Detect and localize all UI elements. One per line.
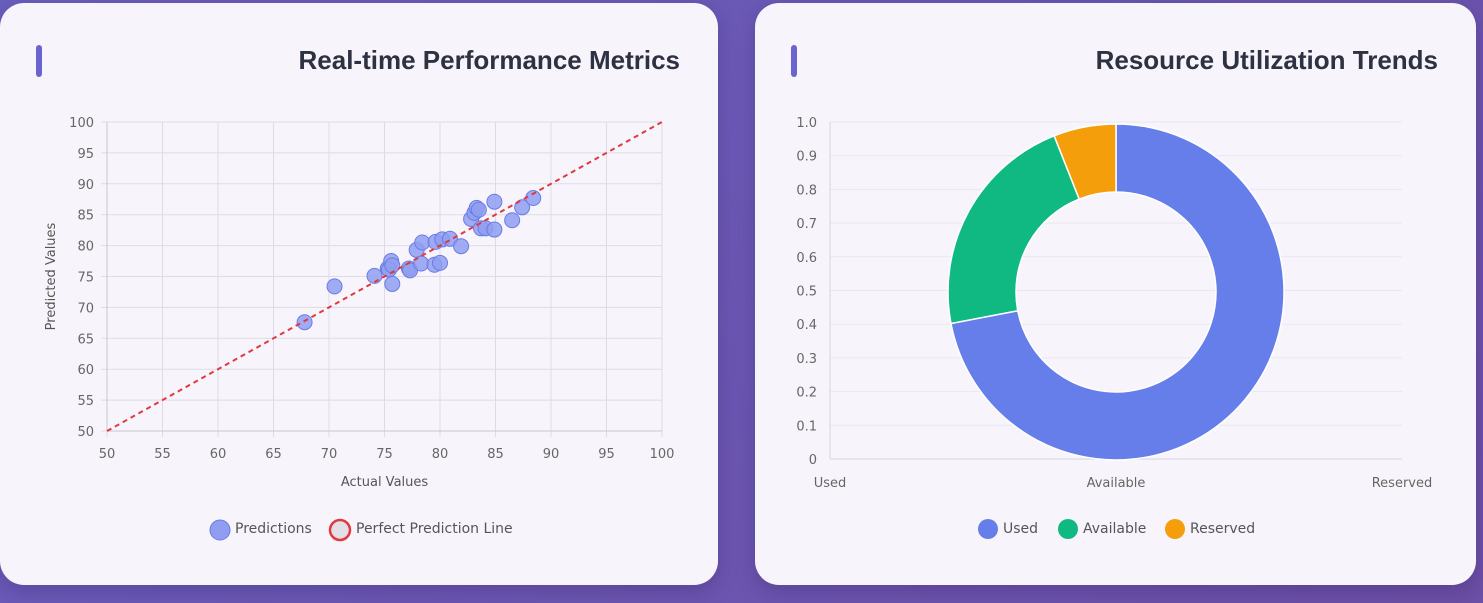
- y-tick-label: 70: [77, 301, 94, 316]
- y-tick-label: 100: [69, 116, 94, 131]
- y-tick-label: 0: [809, 453, 817, 468]
- y-tick-label: 0.4: [796, 318, 817, 333]
- prediction-point: [384, 257, 401, 274]
- legend-available-marker: [1058, 519, 1078, 539]
- prediction-point: [504, 212, 521, 229]
- y-axis-label: Predicted Values: [44, 222, 59, 330]
- prediction-point: [486, 221, 503, 238]
- prediction-point: [326, 278, 343, 295]
- legend-perfect-line-label: Perfect Prediction Line: [356, 521, 513, 537]
- legend-reserved-marker: [1165, 519, 1185, 539]
- y-tick-label: 1.0: [796, 116, 817, 131]
- x-tick-label: 80: [432, 447, 449, 462]
- prediction-point: [432, 254, 448, 271]
- x-tick-label: Available: [1087, 476, 1146, 491]
- y-tick-label: 0.9: [796, 150, 817, 165]
- y-tick-label: 0.8: [796, 183, 817, 198]
- prediction-point: [384, 275, 401, 292]
- legend-predictions-marker: [209, 519, 231, 541]
- x-tick-label: 65: [265, 447, 282, 462]
- legend-perfect-line-marker: [328, 518, 352, 542]
- legend-predictions-label: Predictions: [235, 521, 312, 537]
- y-tick-label: 75: [77, 271, 94, 286]
- y-tick-label: 50: [77, 425, 94, 440]
- x-tick-label: 90: [543, 447, 560, 462]
- prediction-point: [296, 314, 313, 331]
- legend-used-marker: [978, 519, 998, 539]
- resource-card: Resource Utilization Trends 1.0 0.9 0.8 0.7…: [755, 3, 1476, 585]
- prediction-point: [486, 193, 503, 210]
- legend-available-label: Available: [1083, 521, 1146, 537]
- prediction-point: [453, 238, 470, 255]
- y-tick-label: 90: [77, 178, 94, 193]
- x-tick-label: 95: [598, 447, 615, 462]
- x-tick-label: 85: [487, 447, 504, 462]
- performance-card: Real-time Performance Metrics 50 55 60 65 70…: [0, 3, 718, 585]
- x-tick-label: 50: [99, 447, 116, 462]
- y-tick-label: 0.5: [796, 285, 817, 300]
- y-tick-label: 60: [77, 363, 94, 378]
- x-tick-label: Reserved: [1372, 476, 1433, 491]
- donut-chart: 1.0 0.9 0.8 0.7 0.6 0.5 0.4 0.3 0.2 0.1 0 Used Avail…: [796, 116, 1433, 539]
- x-tick-label: 55: [154, 447, 171, 462]
- x-tick-label: 70: [321, 447, 338, 462]
- x-tick-label: 60: [210, 447, 227, 462]
- y-tick-label: 0.1: [796, 419, 817, 434]
- legend-used-label: Used: [1003, 521, 1038, 537]
- x-axis-label: Actual Values: [341, 475, 429, 490]
- y-tick-label: 85: [77, 209, 94, 224]
- y-tick-label: 0.6: [796, 251, 817, 266]
- legend-reserved-label: Reserved: [1190, 521, 1255, 537]
- y-tick-label: 0.7: [796, 217, 817, 232]
- prediction-point: [470, 201, 487, 218]
- prediction-point: [414, 234, 431, 251]
- x-tick-label: 100: [650, 447, 675, 462]
- y-tick-label: 0.3: [796, 352, 817, 367]
- y-tick-label: 55: [77, 394, 94, 409]
- x-tick-label: 75: [376, 447, 393, 462]
- scatter-chart: 50 55 60 65 70 75 80 85 90 95 100 100 95 90 85 80 75 70 65…: [44, 116, 675, 542]
- donut-slice-available: [947, 134, 1081, 325]
- y-tick-label: 80: [77, 240, 94, 255]
- x-tick-label: Used: [814, 476, 847, 491]
- y-tick-label: 65: [77, 332, 94, 347]
- y-tick-label: 95: [77, 147, 94, 162]
- y-tick-label: 0.2: [796, 386, 817, 401]
